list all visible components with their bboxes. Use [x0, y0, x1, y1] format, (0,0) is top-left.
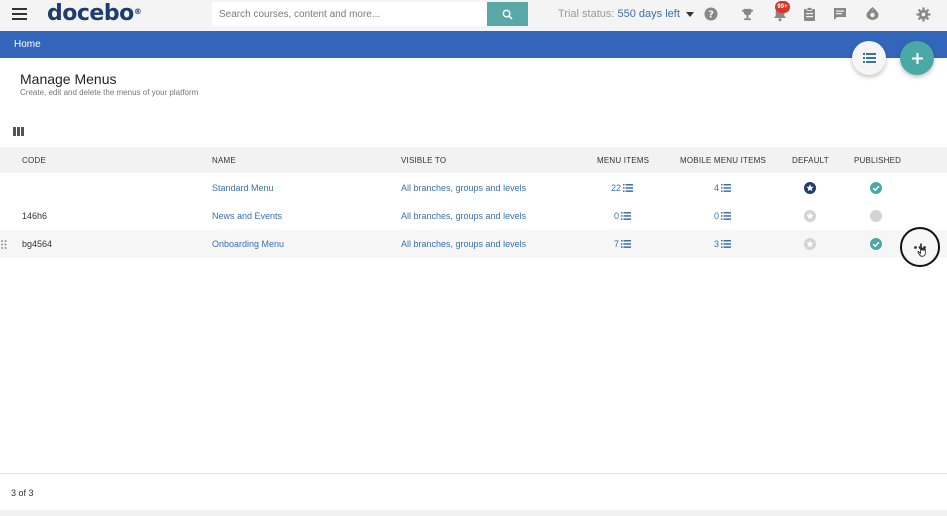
row-name-link[interactable]: Onboarding Menu [212, 239, 284, 249]
chat-icon[interactable] [832, 6, 848, 22]
list-icon [721, 240, 732, 248]
logo-mark: ® [133, 7, 142, 16]
row-visible-to-link[interactable]: All branches, groups and levels [401, 239, 526, 249]
list-icon [621, 212, 632, 220]
row-name-link[interactable]: Standard Menu [212, 183, 274, 193]
published-check-icon[interactable] [870, 182, 882, 194]
page-subtitle: Create, edit and delete the menus of you… [20, 88, 199, 97]
breadcrumb-home[interactable]: Home [14, 39, 41, 50]
column-header-code[interactable]: CODE [22, 156, 46, 165]
list-icon [623, 184, 634, 192]
list-icon [621, 240, 632, 248]
column-header-visible-to[interactable]: VISIBLE TO [401, 156, 446, 165]
add-menu-button[interactable] [900, 41, 934, 75]
trial-days: 550 days left [617, 8, 680, 20]
menu-items-count: 0 [614, 211, 620, 221]
list-icon [721, 212, 732, 220]
column-header-default[interactable]: DEFAULT [792, 156, 829, 165]
menu-items-count: 7 [614, 239, 620, 249]
row-visible-to-link[interactable]: All branches, groups and levels [401, 211, 526, 221]
top-bar: docebo® Trial status: 550 days left ? 99… [0, 0, 947, 31]
table-row[interactable]: 146h6 News and Events All branches, grou… [0, 202, 947, 230]
row-mobile-menu-items-link[interactable]: 0 [714, 211, 732, 221]
row-code: 146h6 [22, 211, 48, 221]
search-input[interactable] [212, 2, 488, 26]
search-button[interactable] [487, 2, 528, 26]
published-check-icon[interactable] [870, 238, 882, 250]
breadcrumb-bar: Home [0, 31, 947, 58]
chevron-down-icon [685, 11, 694, 17]
hand-cursor-icon [917, 243, 926, 257]
row-menu-items-link[interactable]: 7 [614, 239, 632, 249]
drag-handle-icon[interactable] [1, 240, 7, 249]
svg-text:?: ? [708, 10, 714, 21]
player-icon[interactable] [864, 6, 880, 22]
gear-icon[interactable] [915, 6, 931, 22]
list-icon [862, 53, 876, 63]
plus-icon [911, 52, 923, 64]
columns-icon[interactable] [13, 123, 24, 141]
row-mobile-menu-items-link[interactable]: 4 [714, 183, 732, 193]
mobile-menu-items-count: 3 [714, 239, 720, 249]
trial-label: Trial status: [558, 8, 615, 20]
row-menu-items-link[interactable]: 22 [611, 183, 634, 193]
column-header-mobile-menu-items[interactable]: MOBILE MENU ITEMS [680, 156, 766, 165]
row-visible-to-link[interactable]: All branches, groups and levels [401, 183, 526, 193]
logo-text: docebo [47, 1, 134, 26]
pagination-summary: 3 of 3 [11, 488, 34, 498]
default-star-icon[interactable] [804, 210, 816, 222]
column-header-menu-items[interactable]: MENU ITEMS [597, 156, 649, 165]
list-icon [721, 184, 732, 192]
table-row[interactable]: Standard Menu All branches, groups and l… [0, 174, 947, 202]
table-header: CODE NAME VISIBLE TO MENU ITEMS MOBILE M… [0, 147, 947, 173]
footer-divider [0, 473, 947, 474]
column-header-name[interactable]: NAME [212, 156, 236, 165]
trophy-icon[interactable] [739, 6, 755, 22]
menu-list-button[interactable] [852, 41, 886, 75]
menu-icon[interactable] [12, 8, 27, 20]
default-star-icon[interactable] [804, 238, 816, 250]
help-icon[interactable]: ? [703, 6, 719, 22]
trial-status[interactable]: Trial status: 550 days left [558, 8, 694, 20]
unpublished-icon[interactable] [870, 210, 882, 222]
menu-items-count: 22 [611, 183, 622, 193]
mobile-menu-items-count: 4 [714, 183, 720, 193]
logo[interactable]: docebo® [47, 0, 142, 28]
row-menu-items-link[interactable]: 0 [614, 211, 632, 221]
row-code: bg4564 [22, 239, 53, 249]
default-star-icon[interactable] [804, 182, 816, 194]
clipboard-icon[interactable] [801, 6, 817, 22]
column-header-published[interactable]: PUBLISHED [854, 156, 901, 165]
search-icon [502, 9, 513, 20]
row-name-link[interactable]: News and Events [212, 211, 282, 221]
table-row[interactable]: bg4564 Onboarding Menu All branches, gro… [0, 227, 947, 267]
bottom-strip [0, 510, 947, 516]
notification-badge: 99+ [775, 1, 790, 13]
page-title: Manage Menus [20, 71, 117, 87]
mobile-menu-items-count: 0 [714, 211, 720, 221]
row-mobile-menu-items-link[interactable]: 3 [714, 239, 732, 249]
